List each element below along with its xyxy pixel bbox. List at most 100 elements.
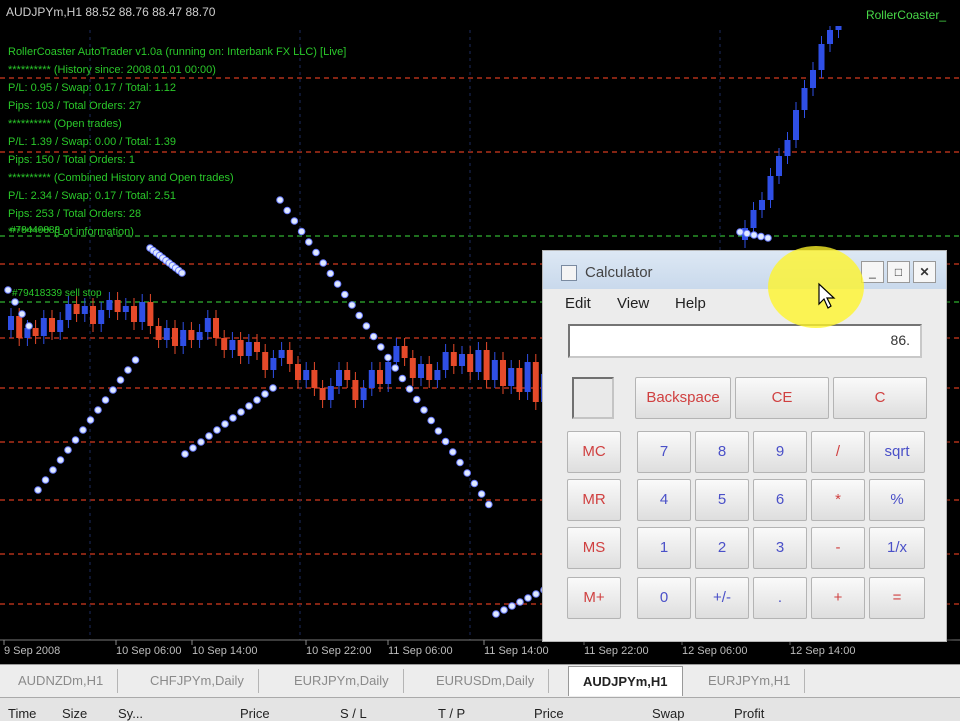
percent-button[interactable]: % (869, 479, 925, 521)
sar-dot (326, 269, 335, 278)
candle-body (767, 176, 774, 200)
menu-view[interactable]: View (617, 295, 649, 312)
calculator-title-bar[interactable]: Calculator _ □ ✕ (543, 251, 946, 289)
close-icon[interactable]: ✕ (913, 261, 936, 283)
key-1-button[interactable]: 1 (637, 527, 691, 569)
candle-body (442, 352, 449, 370)
candle-body (180, 330, 187, 346)
sar-dot (405, 385, 414, 393)
candle-body (459, 354, 465, 366)
candle-body (204, 318, 211, 332)
sar-dot (319, 259, 328, 267)
backspace-button[interactable]: Backspace (635, 377, 731, 419)
sar-dot (500, 606, 508, 614)
tab-audnzdm-h1[interactable]: AUDNZDm,H1 (4, 669, 119, 693)
candle-body (163, 328, 170, 340)
col-close-price[interactable]: Price (534, 706, 564, 721)
key-0-button[interactable]: 0 (637, 577, 691, 619)
key-3-button[interactable]: 3 (753, 527, 807, 569)
sar-dot (25, 322, 33, 330)
candle-body (759, 200, 765, 210)
candle-body (377, 370, 383, 384)
sign-toggle-button[interactable]: +/- (695, 577, 749, 619)
candle-body (270, 358, 277, 370)
add-button[interactable]: + (811, 577, 865, 619)
minimize-icon[interactable]: _ (861, 261, 884, 283)
time-axis-label: 12 Sep 06:00 (682, 645, 747, 657)
sar-dot (41, 476, 50, 484)
candle-body (393, 346, 400, 362)
candle-body (818, 44, 825, 70)
candle-body (65, 304, 72, 320)
key-6-button[interactable]: 6 (753, 479, 807, 521)
memory-recall-button[interactable]: MR (567, 479, 621, 521)
candle-body (262, 352, 269, 370)
key-2-button[interactable]: 2 (695, 527, 749, 569)
memory-add-button[interactable]: M+ (567, 577, 621, 619)
decimal-button[interactable]: . (753, 577, 807, 619)
col-size[interactable]: Size (62, 706, 87, 721)
divide-button[interactable]: / (811, 431, 865, 473)
menu-help[interactable]: Help (675, 295, 706, 312)
sqrt-button[interactable]: sqrt (869, 431, 925, 473)
candle-body (475, 350, 482, 372)
sar-dot (736, 228, 744, 236)
sar-dot (124, 366, 132, 374)
info-line: P/L: 1.39 / Swap: 0.00 / Total: 1.39 (8, 136, 176, 148)
calculator-display: 86. (568, 324, 922, 358)
col-profit[interactable]: Profit (734, 706, 764, 721)
candle-body (131, 306, 137, 322)
candle-body (139, 302, 146, 322)
equals-button[interactable]: = (869, 577, 925, 619)
candle-body (114, 300, 121, 312)
sar-dot (750, 231, 758, 239)
candle-body (793, 110, 799, 140)
key-4-button[interactable]: 4 (637, 479, 691, 521)
subtract-button[interactable]: - (811, 527, 865, 569)
col-swap[interactable]: Swap (652, 706, 685, 721)
candle-body (73, 304, 80, 314)
time-axis-label: 10 Sep 22:00 (306, 645, 371, 657)
sar-dot (79, 426, 87, 434)
tab-audjpym-h1[interactable]: AUDJPYm,H1 (568, 666, 683, 696)
key-9-button[interactable]: 9 (753, 431, 807, 473)
col-time[interactable]: Time (8, 706, 36, 721)
memory-store-button[interactable]: MS (567, 527, 621, 569)
candle-body (8, 316, 14, 330)
tab-eurusdm-daily[interactable]: EURUSDm,Daily (422, 669, 550, 693)
sar-dot (213, 426, 221, 434)
candle-body (426, 364, 433, 380)
col-take-profit[interactable]: T / P (438, 706, 465, 721)
key-8-button[interactable]: 8 (695, 431, 749, 473)
col-price[interactable]: Price (240, 706, 270, 721)
key-5-button[interactable]: 5 (695, 479, 749, 521)
memory-clear-button[interactable]: MC (567, 431, 621, 473)
info-line: ********** (Combined History and Open tr… (8, 172, 234, 184)
clear-entry-button[interactable]: CE (735, 377, 829, 419)
calculator-window: Calculator _ □ ✕ Edit View Help 86. Back… (542, 250, 947, 642)
tab-eurjpym-h1[interactable]: EURJPYm,H1 (694, 669, 806, 693)
candle-body (245, 342, 252, 356)
sar-dot (205, 432, 213, 440)
sar-dot (269, 384, 277, 392)
candle-body (491, 360, 498, 380)
key-7-button[interactable]: 7 (637, 431, 691, 473)
sar-dot (116, 376, 125, 384)
col-stop-loss[interactable]: S / L (340, 706, 367, 721)
col-symbol[interactable]: Sy... (118, 706, 143, 721)
tab-chfjpym-daily[interactable]: CHFJPYm,Daily (136, 669, 259, 693)
candle-body (147, 302, 154, 326)
clear-button[interactable]: C (833, 377, 927, 419)
multiply-button[interactable]: * (811, 479, 865, 521)
menu-edit[interactable]: Edit (565, 295, 591, 312)
candle-body (98, 310, 105, 324)
reciprocal-button[interactable]: 1/x (869, 527, 925, 569)
maximize-icon[interactable]: □ (887, 261, 910, 283)
time-axis-label: 11 Sep 22:00 (584, 645, 649, 657)
sar-dot (312, 248, 320, 257)
tab-eurjpym-daily[interactable]: EURJPYm,Daily (280, 669, 404, 693)
info-line: ********** (Open trades) (8, 118, 122, 130)
info-line: Pips: 253 / Total Orders: 28 (8, 208, 142, 220)
sar-dot (94, 406, 102, 414)
sar-dot (764, 234, 772, 242)
